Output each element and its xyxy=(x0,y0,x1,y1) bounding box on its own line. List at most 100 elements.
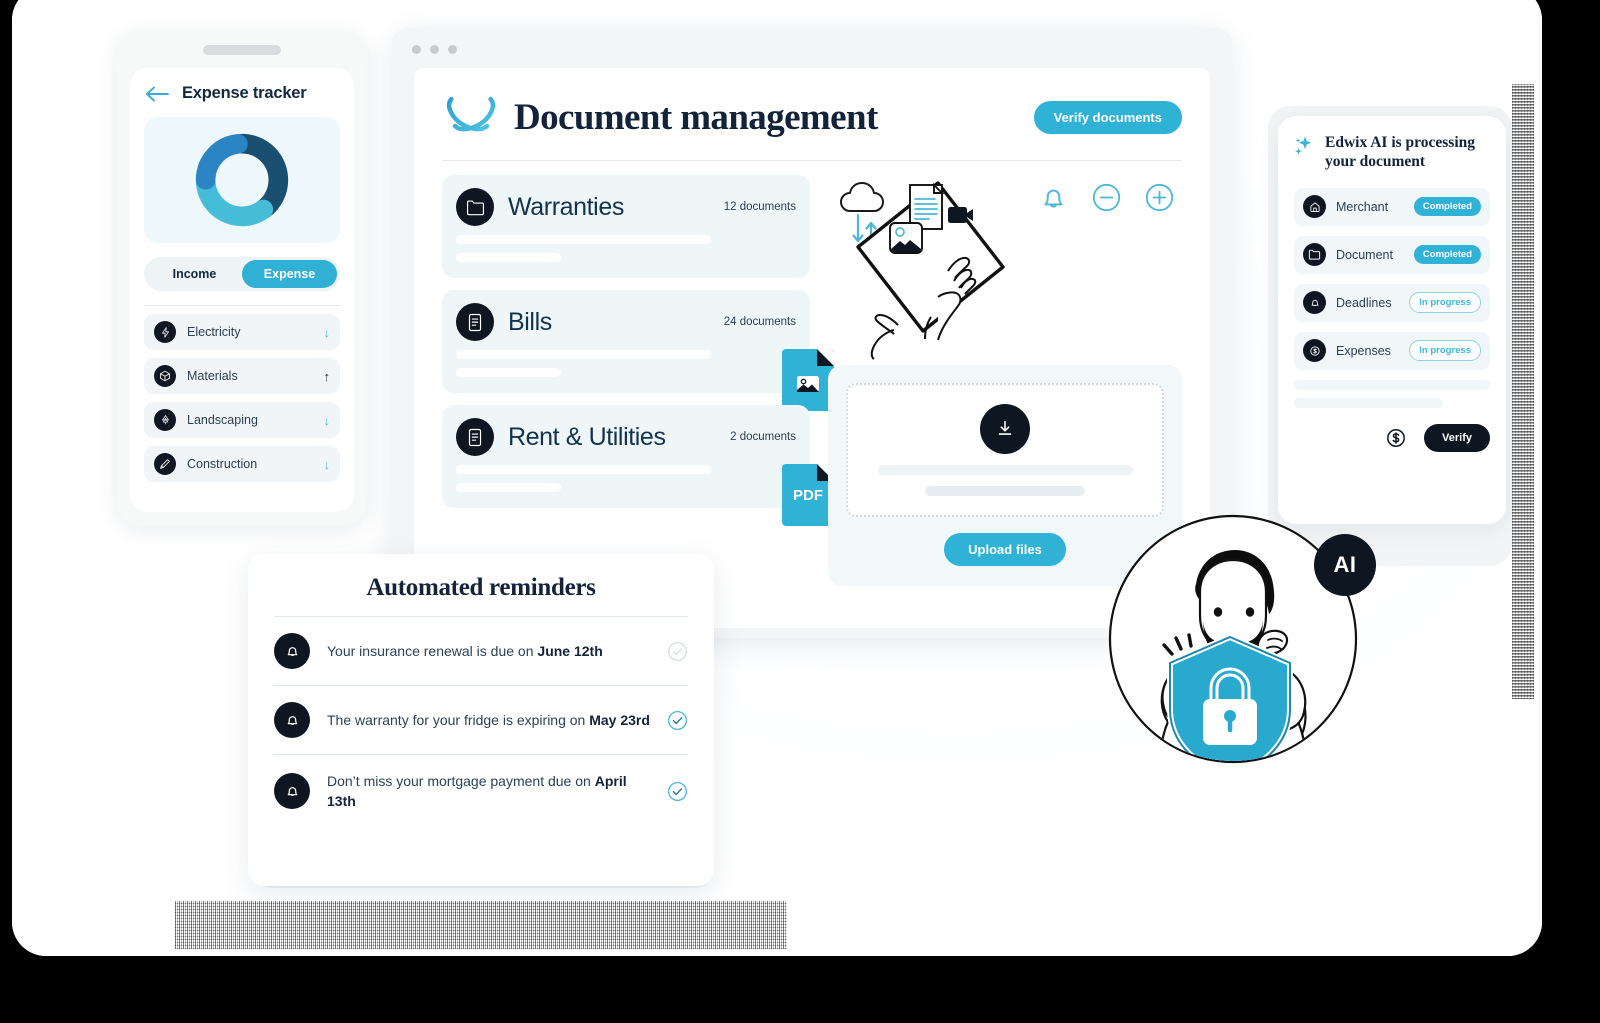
divider xyxy=(144,305,340,306)
status-badge: Completed xyxy=(1413,245,1481,265)
window-maximize-dot[interactable] xyxy=(448,44,457,54)
document-management-app: Document management Verify documents War xyxy=(414,68,1210,628)
ai-row-deadlines[interactable]: Deadlines In progress xyxy=(1294,283,1490,322)
category-label: Materials xyxy=(187,369,238,383)
verify-button[interactable]: Verify xyxy=(1424,423,1490,452)
ai-panel-title: Edwix AI is processing your document xyxy=(1325,134,1476,170)
app-toolbar-icons xyxy=(1035,179,1178,216)
reminder-body: Your insurance renewal is due on xyxy=(327,642,538,659)
bell-icon xyxy=(274,633,310,669)
plus-circle-icon[interactable] xyxy=(1141,179,1178,216)
ai-row-expenses[interactable]: Expenses In progress xyxy=(1294,331,1490,370)
app-header: Document management Verify documents xyxy=(442,92,1182,142)
upload-dropzone[interactable] xyxy=(846,383,1164,517)
reminder-item-mortgage[interactable]: Don’t miss your mortgage payment due on … xyxy=(274,755,688,828)
document-card-warranties[interactable]: Warranties 12 documents xyxy=(442,175,810,278)
screenshot-stage: Expense tracker Income Expense Electrici… xyxy=(0,0,1600,1023)
back-arrow-icon[interactable] xyxy=(144,85,170,103)
browser-titlebar xyxy=(392,28,1232,70)
placeholder-line xyxy=(456,235,711,244)
card-header: Rent & Utilities 2 documents xyxy=(456,418,796,456)
window-minimize-dot[interactable] xyxy=(430,44,439,54)
toggle-expense[interactable]: Expense xyxy=(242,260,337,288)
page-title: Document management xyxy=(514,96,878,138)
reminder-date: June 12th xyxy=(537,642,603,659)
coin-icon xyxy=(1303,339,1326,363)
income-expense-toggle[interactable]: Income Expense xyxy=(144,257,340,291)
app-columns: Warranties 12 documents Bills 24 documen… xyxy=(442,175,1182,586)
bell-icon xyxy=(1303,291,1326,315)
verify-documents-button[interactable]: Verify documents xyxy=(1033,100,1182,134)
reminders-title: Automated reminders xyxy=(366,574,596,601)
dollar-circle-icon xyxy=(1294,421,1415,454)
phone-mockup: Expense tracker Income Expense Electrici… xyxy=(116,30,368,526)
card-header: Bills 24 documents xyxy=(456,303,796,341)
check-circle-icon[interactable] xyxy=(667,710,688,731)
reminder-body: Don’t miss your mortgage payment due on xyxy=(327,773,595,789)
device-upload-illustration xyxy=(828,175,1182,365)
category-label: Construction xyxy=(187,457,258,471)
document-list: Warranties 12 documents Bills 24 documen… xyxy=(442,175,834,586)
reminder-date: May 23rd xyxy=(589,711,650,728)
document-card-bills[interactable]: Bills 24 documents xyxy=(442,290,834,411)
ai-row-merchant[interactable]: Merchant Completed xyxy=(1294,187,1490,226)
edwix-ai-panel: Edwix AI is processing your document Mer… xyxy=(1278,116,1506,524)
edwix-logo-icon xyxy=(442,92,500,142)
ai-row-document[interactable]: Document Completed xyxy=(1294,235,1490,274)
home-icon xyxy=(1303,195,1326,219)
placeholder-line xyxy=(925,486,1085,496)
upload-files-button[interactable]: Upload files xyxy=(944,533,1066,566)
document-icon xyxy=(456,418,494,456)
expense-donut-chart xyxy=(144,117,340,243)
page-container: Expense tracker Income Expense Electrici… xyxy=(12,0,1542,956)
reminder-text: Don’t miss your mortgage payment due on … xyxy=(327,771,650,812)
bell-icon[interactable] xyxy=(1035,179,1072,216)
bolt-icon xyxy=(154,321,176,343)
ai-badge: AI xyxy=(1314,534,1376,596)
placeholder-line xyxy=(456,253,561,262)
window-close-dot[interactable] xyxy=(412,44,421,54)
card-header: Warranties 12 documents xyxy=(456,188,796,226)
document-card-rent-utilities[interactable]: Rent & Utilities 2 documents PDF xyxy=(442,405,834,526)
placeholder-line xyxy=(1294,397,1443,408)
toggle-income[interactable]: Income xyxy=(147,260,242,288)
status-badge: In progress xyxy=(1409,340,1481,362)
placeholder-line xyxy=(456,350,711,359)
document-count: 2 documents xyxy=(730,431,796,443)
bell-icon xyxy=(274,773,310,810)
category-label: Landscaping xyxy=(187,413,258,427)
status-badge: Completed xyxy=(1413,197,1481,217)
sparkle-icon xyxy=(1294,134,1316,167)
bottom-texture-strip xyxy=(175,901,787,949)
document-icon xyxy=(456,303,494,341)
check-circle-icon[interactable] xyxy=(667,781,688,802)
reminder-item-warranty[interactable]: The warranty for your fridge is expiring… xyxy=(274,686,688,754)
box-icon xyxy=(154,365,176,387)
donut-svg xyxy=(195,133,289,227)
browser-window: Document management Verify documents War xyxy=(392,28,1232,638)
tree-icon xyxy=(154,409,176,431)
document-name: Rent & Utilities xyxy=(508,422,666,451)
header-divider xyxy=(442,160,1182,161)
reminder-item-insurance[interactable]: Your insurance renewal is due on June 12… xyxy=(274,617,688,685)
ai-row-label: Deadlines xyxy=(1336,295,1392,310)
download-icon xyxy=(980,404,1030,454)
expense-category-construction[interactable]: Construction ↓ xyxy=(144,446,340,482)
ai-row-label: Merchant xyxy=(1336,199,1389,214)
minus-circle-icon[interactable] xyxy=(1088,179,1125,216)
page-title: Expense tracker xyxy=(182,84,307,102)
expense-category-electricity[interactable]: Electricity ↓ xyxy=(144,314,340,350)
trend-arrow-icon: ↑ xyxy=(323,368,331,384)
expense-category-landscaping[interactable]: Landscaping ↓ xyxy=(144,402,340,438)
hammer-icon xyxy=(154,453,176,475)
right-texture-strip xyxy=(1512,84,1534,699)
ai-panel-header: Edwix AI is processing your document xyxy=(1294,134,1490,172)
expense-tracker-header: Expense tracker xyxy=(144,84,340,103)
image-file-badge xyxy=(782,349,834,411)
reminder-body: The warranty for your fridge is expiring… xyxy=(327,711,590,728)
expense-category-materials[interactable]: Materials ↑ xyxy=(144,358,340,394)
document-name: Bills xyxy=(508,307,552,336)
folder-icon xyxy=(1303,243,1326,267)
status-badge: In progress xyxy=(1409,292,1481,314)
check-circle-icon[interactable] xyxy=(667,641,688,662)
